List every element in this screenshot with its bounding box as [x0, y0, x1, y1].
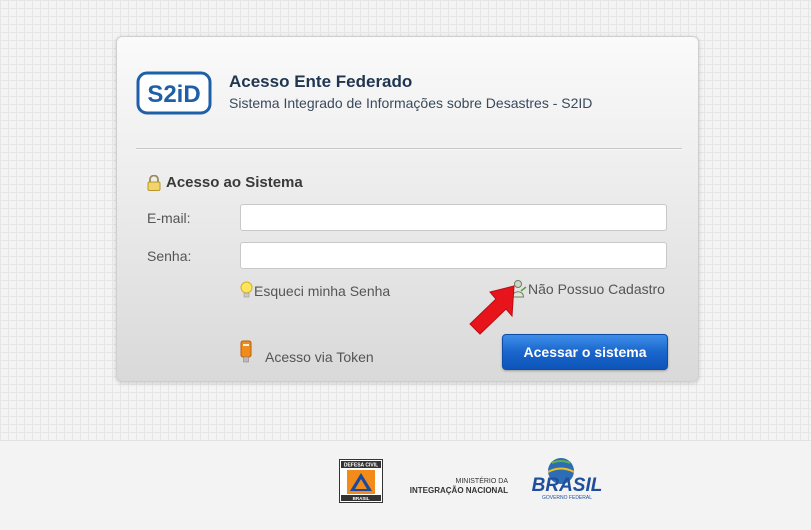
lightbulb-icon [240, 281, 253, 298]
password-label: Senha: [147, 248, 192, 264]
brasil-text: BRASIL [532, 475, 603, 496]
lock-icon [147, 174, 161, 191]
section-title: Acesso ao Sistema [166, 174, 303, 191]
usb-token-icon [240, 340, 252, 363]
login-panel: S2iD Acesso Ente Federado Sistema Integr… [116, 36, 699, 382]
page-title: Acesso Ente Federado [229, 72, 413, 91]
section-header: Acesso ao Sistema [147, 174, 303, 191]
page-subtitle: Sistema Integrado de Informações sobre D… [229, 95, 593, 111]
password-input[interactable] [240, 242, 667, 269]
forgot-password-link[interactable]: Esqueci minha Senha [240, 281, 390, 300]
no-account-label: Não Possuo Cadastro [528, 281, 665, 297]
ministry-line2: INTEGRAÇÃO NACIONAL [409, 486, 508, 495]
defesa-civil-logo: DEFESA CIVIL BRASIL [339, 459, 383, 503]
brasil-sub-text: GOVERNO FEDERAL [542, 495, 592, 501]
forgot-password-label: Esqueci minha Senha [254, 282, 391, 299]
no-account-link[interactable]: Não Possuo Cadastro [511, 279, 665, 299]
logo-text: S2iD [147, 81, 200, 108]
defesa-civil-top-text: DEFESA CIVIL [344, 463, 378, 469]
ministry-line1: MINISTÉRIO DA [455, 478, 508, 485]
submit-button[interactable]: Acessar o sistema [502, 334, 668, 370]
email-label: E-mail: [147, 210, 191, 226]
s2id-logo: S2iD [136, 71, 212, 115]
email-input[interactable] [240, 204, 667, 231]
red-arrow-annotation [469, 285, 515, 335]
token-access-label: Acesso via Token [265, 349, 374, 365]
brasil-governo-federal-logo: BRASIL GOVERNO FEDERAL [532, 458, 603, 501]
ministry-logo-text: MINISTÉRIO DA INTEGRAÇÃO NACIONAL [398, 477, 508, 495]
divider [136, 148, 682, 150]
defesa-civil-bottom-text: BRASIL [353, 496, 370, 501]
token-access-link[interactable]: Acesso via Token [240, 339, 374, 365]
